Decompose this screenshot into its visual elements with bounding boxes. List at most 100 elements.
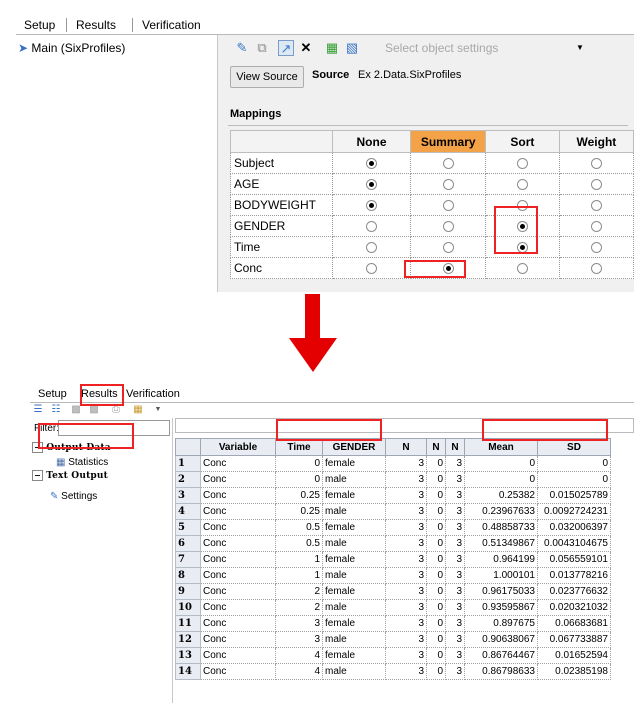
cell-sd[interactable]: 0.013778216 — [537, 567, 611, 584]
tab-setup[interactable]: Setup — [18, 17, 61, 33]
radio-summary[interactable] — [442, 158, 454, 170]
cell-variable[interactable]: Conc — [200, 551, 276, 568]
cell-n[interactable]: 0 — [426, 503, 446, 520]
cell-sd[interactable]: 0.056559101 — [537, 551, 611, 568]
cell-n[interactable]: 0 — [426, 647, 446, 664]
radio-weight[interactable] — [590, 242, 602, 254]
cell-time[interactable]: 1 — [275, 567, 323, 584]
tab-results[interactable]: Results — [70, 17, 122, 33]
cell-sd[interactable]: 0 — [537, 455, 611, 472]
radio-none[interactable] — [366, 179, 377, 191]
column-header-mean[interactable]: Mean — [464, 438, 538, 456]
cell-variable[interactable]: Conc — [200, 599, 276, 616]
cell-n[interactable]: 0 — [426, 583, 446, 600]
radio-summary[interactable] — [442, 221, 454, 233]
cell-n[interactable]: 3 — [445, 471, 465, 488]
cell-n[interactable]: 3 — [445, 615, 465, 632]
radio-none[interactable] — [366, 221, 377, 233]
pointer-icon[interactable]: ↗ — [278, 40, 294, 56]
radio-none[interactable] — [366, 263, 377, 275]
cell-n[interactable]: 3 — [385, 487, 427, 504]
cell-n[interactable]: 0 — [426, 487, 446, 504]
tree-item-text-output[interactable]: − Text Output — [32, 470, 108, 483]
cell-mean[interactable]: 0.90638067 — [464, 631, 538, 648]
column-header-n[interactable]: N — [426, 438, 446, 456]
cell-n[interactable]: 3 — [445, 647, 465, 664]
cell-mean[interactable]: 0 — [464, 471, 538, 488]
cell-time[interactable]: 2 — [275, 583, 323, 600]
cell-n[interactable]: 3 — [445, 503, 465, 520]
cell-variable[interactable]: Conc — [200, 631, 276, 648]
cell-time[interactable]: 3 — [275, 631, 323, 648]
tree-item-statistics[interactable]: ▦ Statistics — [56, 456, 108, 469]
tree-view-icon[interactable]: ☷ — [50, 404, 62, 416]
cell-mean[interactable]: 0.93595867 — [464, 599, 538, 616]
tree-item-main[interactable]: ➤ Main (SixProfiles) — [18, 40, 125, 56]
cell-n[interactable]: 3 — [445, 663, 465, 680]
tab-verification[interactable]: Verification — [122, 386, 184, 402]
folder-icon[interactable]: ▦ — [132, 404, 144, 416]
cell-n[interactable]: 3 — [385, 647, 427, 664]
cell-time[interactable]: 4 — [275, 663, 323, 680]
cell-time[interactable]: 4 — [275, 647, 323, 664]
cell-gender[interactable]: female — [322, 519, 386, 536]
cell-gender[interactable]: male — [322, 471, 386, 488]
cell-n[interactable]: 3 — [385, 567, 427, 584]
view-source-button[interactable]: View Source — [230, 66, 304, 88]
cell-n[interactable]: 3 — [445, 487, 465, 504]
cell-variable[interactable]: Conc — [200, 455, 276, 472]
edit-icon[interactable]: ✎ — [234, 40, 250, 56]
cell-variable[interactable]: Conc — [200, 567, 276, 584]
row-number[interactable]: 14 — [175, 663, 201, 680]
cell-mean[interactable]: 0.964199 — [464, 551, 538, 568]
radio-none[interactable] — [366, 200, 377, 212]
cell-n[interactable]: 0 — [426, 455, 446, 472]
cell-n[interactable]: 3 — [385, 535, 427, 552]
cell-sd[interactable]: 0.06683681 — [537, 615, 611, 632]
cell-gender[interactable]: female — [322, 647, 386, 664]
cell-time[interactable]: 3 — [275, 615, 323, 632]
column-header-summary[interactable]: Summary — [410, 130, 486, 153]
cell-sd[interactable]: 0.020321032 — [537, 599, 611, 616]
cell-n[interactable]: 3 — [445, 583, 465, 600]
list-view-icon[interactable]: ☰ — [32, 404, 44, 416]
cell-mean[interactable]: 0.23967633 — [464, 503, 538, 520]
cell-n[interactable]: 3 — [445, 599, 465, 616]
radio-weight[interactable] — [590, 158, 602, 170]
radio-none[interactable] — [366, 242, 377, 254]
cell-mean[interactable]: 0 — [464, 455, 538, 472]
cell-sd[interactable]: 0.02385198 — [537, 663, 611, 680]
radio-sort[interactable] — [516, 179, 528, 191]
cell-gender[interactable]: male — [322, 503, 386, 520]
cell-variable[interactable]: Conc — [200, 503, 276, 520]
radio-summary[interactable] — [442, 242, 454, 254]
tab-setup[interactable]: Setup — [34, 386, 71, 402]
row-number[interactable]: 5 — [175, 519, 201, 536]
chevron-down-icon[interactable]: ▼ — [152, 404, 164, 416]
cell-mean[interactable]: 0.25382 — [464, 487, 538, 504]
row-number[interactable]: 6 — [175, 535, 201, 552]
row-number[interactable]: 3 — [175, 487, 201, 504]
cell-gender[interactable]: male — [322, 663, 386, 680]
cell-mean[interactable]: 0.86764467 — [464, 647, 538, 664]
radio-weight[interactable] — [590, 200, 602, 212]
cell-n[interactable]: 3 — [445, 631, 465, 648]
cell-n[interactable]: 0 — [426, 471, 446, 488]
radio-summary[interactable] — [442, 200, 454, 212]
cell-time[interactable]: 2 — [275, 599, 323, 616]
chevron-down-icon[interactable]: ▼ — [576, 39, 584, 57]
cell-sd[interactable]: 0.01652594 — [537, 647, 611, 664]
cell-n[interactable]: 3 — [385, 455, 427, 472]
row-number[interactable]: 12 — [175, 631, 201, 648]
row-number[interactable]: 11 — [175, 615, 201, 632]
cell-n[interactable]: 3 — [385, 519, 427, 536]
cell-variable[interactable]: Conc — [200, 663, 276, 680]
row-number[interactable]: 9 — [175, 583, 201, 600]
cell-gender[interactable]: male — [322, 535, 386, 552]
cell-n[interactable]: 3 — [385, 551, 427, 568]
cell-sd[interactable]: 0.067733887 — [537, 631, 611, 648]
column-header-weight[interactable]: Weight — [558, 130, 634, 153]
save-icon[interactable]: ▧ — [344, 40, 360, 56]
cell-n[interactable]: 0 — [426, 599, 446, 616]
cell-n[interactable]: 3 — [385, 583, 427, 600]
